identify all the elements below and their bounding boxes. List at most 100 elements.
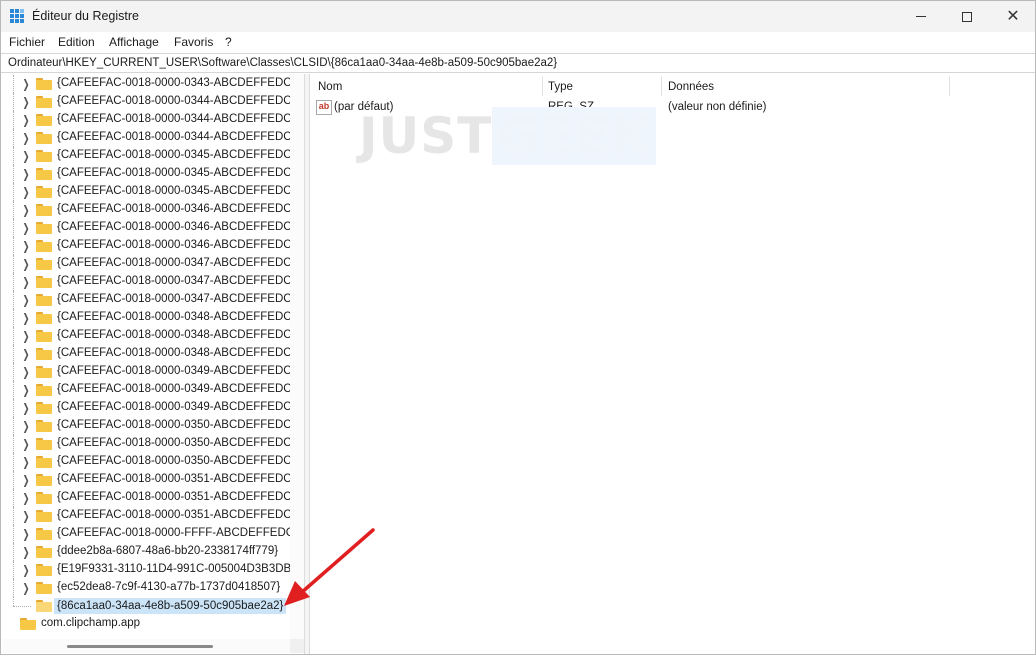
tree-item[interactable]: ❯ {CAFEEFAC-0018-0000-FFFF-ABCDEFFEDCB: [3, 525, 302, 543]
tree-item[interactable]: ❯ {CAFEEFAC-0018-0000-0348-ABCDEFFEDCB: [3, 327, 299, 345]
tree-item[interactable]: ❯ {CAFEEFAC-0018-0000-0348-ABCDEFFEDCB: [3, 309, 299, 327]
tree-item[interactable]: ❯ {CAFEEFAC-0018-0000-0351-ABCDEFFEDCB: [3, 489, 299, 507]
tree-item[interactable]: ❯ {CAFEEFAC-0018-0000-0347-ABCDEFFEDCB: [3, 291, 299, 309]
tree-item[interactable]: ❯ {CAFEEFAC-0018-0000-0347-ABCDEFFEDCB: [3, 255, 299, 273]
chevron-right-icon[interactable]: ❯: [23, 221, 30, 235]
tree-line: [13, 183, 14, 201]
chevron-right-icon[interactable]: ❯: [23, 185, 30, 199]
tree-item[interactable]: ❯ {CAFEEFAC-0018-0000-0349-ABCDEFFEDCB: [3, 381, 299, 399]
folder-icon: [36, 474, 52, 486]
tree-item-root[interactable]: com.clipchamp.app: [3, 615, 290, 633]
tree-item-selected[interactable]: {86ca1aa0-34aa-4e8b-a509-50c905bae2a2}: [3, 597, 290, 615]
tree-horizontal-scrollbar[interactable]: [3, 639, 290, 653]
folder-icon: [36, 168, 52, 180]
tree-item[interactable]: ❯ {ddee2b8a-6807-48a6-bb20-2338174ff779}: [3, 543, 290, 561]
menu-fichier[interactable]: Fichier: [9, 35, 45, 49]
chevron-right-icon[interactable]: ❯: [23, 149, 30, 163]
tree-line: [13, 219, 14, 237]
chevron-right-icon[interactable]: ❯: [23, 167, 30, 181]
chevron-right-icon[interactable]: ❯: [23, 131, 30, 145]
maximize-button[interactable]: [944, 1, 990, 32]
tree-line: [13, 345, 14, 363]
tree-item[interactable]: ❯ {CAFEEFAC-0018-0000-0349-ABCDEFFEDCB: [3, 399, 299, 417]
chevron-right-icon[interactable]: ❯: [23, 419, 30, 433]
chevron-right-icon[interactable]: ❯: [23, 95, 30, 109]
tree-item[interactable]: ❯ {CAFEEFAC-0018-0000-0346-ABCDEFFEDCB: [3, 219, 299, 237]
chevron-right-icon[interactable]: ❯: [23, 491, 30, 505]
chevron-right-icon[interactable]: ❯: [23, 401, 30, 415]
tree-vertical-scrollbar[interactable]: [290, 74, 304, 639]
chevron-right-icon[interactable]: ❯: [23, 329, 30, 343]
tree-item[interactable]: ❯ {CAFEEFAC-0018-0000-0345-ABCDEFFEDCB: [3, 183, 299, 201]
chevron-right-icon[interactable]: ❯: [23, 473, 30, 487]
tree-item-label: {CAFEEFAC-0018-0000-0346-ABCDEFFEDCB: [57, 221, 300, 233]
folder-icon: [36, 438, 52, 450]
tree-item[interactable]: ❯ {CAFEEFAC-0018-0000-0350-ABCDEFFEDCB: [3, 453, 299, 471]
tree-item[interactable]: ❯ {CAFEEFAC-0018-0000-0351-ABCDEFFEDCB: [3, 471, 299, 489]
tree-item[interactable]: ❯ {CAFEEFAC-0018-0000-0344-ABCDEFFEDCB: [3, 111, 299, 129]
tree-item-label: {CAFEEFAC-0018-0000-0349-ABCDEFFEDCB: [57, 365, 300, 377]
tree-item[interactable]: ❯ {CAFEEFAC-0018-0000-0349-ABCDEFFEDCB: [3, 363, 299, 381]
chevron-right-icon[interactable]: ❯: [23, 365, 30, 379]
window-title: Éditeur du Registre: [32, 9, 140, 23]
tree-item[interactable]: ❯ {CAFEEFAC-0018-0000-0350-ABCDEFFEDCB: [3, 435, 299, 453]
tree-line: [13, 255, 14, 273]
tree-item[interactable]: ❯ {ec52dea8-7c9f-4130-a77b-1737d0418507}: [3, 579, 290, 597]
tree-item-label: {CAFEEFAC-0018-0000-0343-ABCDEFFEDCB: [57, 77, 300, 89]
chevron-right-icon[interactable]: ❯: [23, 347, 30, 361]
tree-item[interactable]: ❯ {CAFEEFAC-0018-0000-0346-ABCDEFFEDCB: [3, 237, 299, 255]
folder-icon: [36, 312, 52, 324]
tree-item-label: {86ca1aa0-34aa-4e8b-a509-50c905bae2a2}: [54, 598, 287, 614]
chevron-right-icon[interactable]: ❯: [23, 77, 30, 91]
key-tree-pane[interactable]: ❯ {CAFEEFAC-0018-0000-0343-ABCDEFFEDCB ❯ {C…: [3, 74, 304, 654]
chevron-right-icon[interactable]: ❯: [23, 293, 30, 307]
chevron-right-icon[interactable]: ❯: [23, 239, 30, 253]
chevron-right-icon[interactable]: ❯: [23, 203, 30, 217]
chevron-right-icon[interactable]: ❯: [23, 113, 30, 127]
tree-line: [13, 561, 14, 579]
close-button[interactable]: ✕: [990, 1, 1036, 32]
tree-item[interactable]: ❯ {CAFEEFAC-0018-0000-0344-ABCDEFFEDCB: [3, 93, 299, 111]
address-bar[interactable]: Ordinateur\HKEY_CURRENT_USER\Software\Cl…: [1, 53, 1035, 73]
chevron-right-icon[interactable]: ❯: [23, 383, 30, 397]
folder-icon: [36, 78, 52, 90]
menu-edition[interactable]: Edition: [58, 35, 95, 49]
tree-item-label: {CAFEEFAC-0018-0000-0347-ABCDEFFEDCB: [57, 293, 300, 305]
tree-item[interactable]: ❯ {CAFEEFAC-0018-0000-0348-ABCDEFFEDCB: [3, 345, 299, 363]
tree-item[interactable]: ❯ {CAFEEFAC-0018-0000-0344-ABCDEFFEDCB: [3, 129, 299, 147]
chevron-right-icon[interactable]: ❯: [23, 455, 30, 469]
tree-item[interactable]: ❯ {CAFEEFAC-0018-0000-0345-ABCDEFFEDCB: [3, 147, 299, 165]
menu-favoris[interactable]: Favoris: [174, 35, 213, 49]
menu-help[interactable]: ?: [225, 35, 232, 49]
tree-item[interactable]: ❯ {CAFEEFAC-0018-0000-0345-ABCDEFFEDCB: [3, 165, 299, 183]
chevron-right-icon[interactable]: ❯: [23, 581, 30, 595]
chevron-right-icon[interactable]: ❯: [23, 545, 30, 559]
tree-line: [13, 201, 14, 219]
chevron-right-icon[interactable]: ❯: [23, 527, 30, 541]
tree-item[interactable]: ❯ {CAFEEFAC-0018-0000-0351-ABCDEFFEDCB: [3, 507, 299, 525]
tree-item[interactable]: ❯ {CAFEEFAC-0018-0000-0350-ABCDEFFEDCB: [3, 417, 299, 435]
chevron-right-icon[interactable]: ❯: [23, 257, 30, 271]
menu-affichage[interactable]: Affichage: [109, 35, 159, 49]
tree-item[interactable]: ❯ {CAFEEFAC-0018-0000-0346-ABCDEFFEDCB: [3, 201, 299, 219]
folder-icon: [36, 150, 52, 162]
folder-icon: [36, 132, 52, 144]
tree-item[interactable]: ❯ {CAFEEFAC-0018-0000-0343-ABCDEFFEDCB: [3, 75, 299, 93]
chevron-right-icon[interactable]: ❯: [23, 563, 30, 577]
chevron-right-icon[interactable]: ❯: [23, 437, 30, 451]
column-header-nom[interactable]: Nom: [310, 76, 542, 98]
chevron-right-icon[interactable]: ❯: [23, 311, 30, 325]
chevron-right-icon[interactable]: ❯: [23, 509, 30, 523]
address-path[interactable]: Ordinateur\HKEY_CURRENT_USER\Software\Cl…: [8, 57, 557, 69]
column-divider[interactable]: [949, 76, 950, 96]
tree-item-label: {CAFEEFAC-0018-0000-0350-ABCDEFFEDCB: [57, 455, 300, 467]
tree-item[interactable]: ❯ {E19F9331-3110-11D4-991C-005004D3B3DB}: [3, 561, 295, 579]
chevron-right-icon[interactable]: ❯: [23, 275, 30, 289]
tree-item-label: {CAFEEFAC-0018-0000-0345-ABCDEFFEDCB: [57, 167, 300, 179]
tree-item-label: {CAFEEFAC-0018-0000-0351-ABCDEFFEDCB: [57, 491, 300, 503]
column-header-donnees[interactable]: Données: [660, 76, 950, 98]
minimize-button[interactable]: [898, 1, 944, 32]
column-header-type[interactable]: Type: [540, 76, 660, 98]
scrollbar-thumb[interactable]: [67, 645, 213, 648]
tree-item[interactable]: ❯ {CAFEEFAC-0018-0000-0347-ABCDEFFEDCB: [3, 273, 299, 291]
